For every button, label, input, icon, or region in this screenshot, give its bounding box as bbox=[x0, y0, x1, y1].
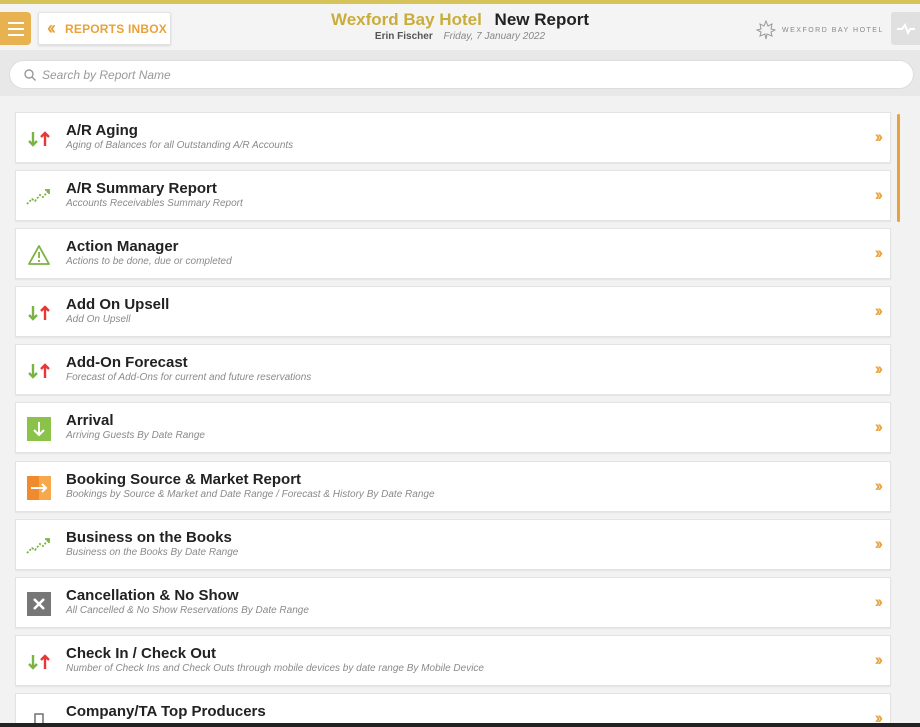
up-down-arrows-icon bbox=[26, 358, 52, 384]
report-description: Actions to be done, due or completed bbox=[66, 256, 232, 268]
double-chevron-right-icon[interactable]: ›› bbox=[875, 476, 884, 496]
warning-triangle-icon bbox=[26, 242, 52, 268]
report-row[interactable]: A/R Aging Aging of Balances for all Outst… bbox=[15, 112, 891, 163]
double-chevron-right-icon[interactable]: ›› bbox=[875, 417, 884, 437]
report-name: Cancellation & No Show bbox=[66, 586, 239, 604]
booking-source-icon bbox=[26, 475, 52, 501]
logo-text: WEXFORD BAY HOTEL bbox=[782, 26, 884, 34]
hotel-name: Wexford Bay Hotel bbox=[330, 10, 482, 29]
report-row[interactable]: Arrival Arriving Guests By Date Range ›› bbox=[15, 402, 891, 454]
bottom-edge bbox=[0, 723, 920, 727]
search-bar[interactable] bbox=[9, 60, 914, 89]
report-row[interactable]: Booking Source & Market Report Bookings b… bbox=[15, 460, 891, 512]
search-input[interactable] bbox=[42, 67, 882, 82]
report-description: Number of Check Ins and Check Outs throu… bbox=[66, 662, 484, 674]
up-down-arrows-icon bbox=[26, 126, 52, 152]
double-chevron-right-icon[interactable]: ›› bbox=[875, 592, 884, 612]
report-name: Company/TA Top Producers bbox=[66, 702, 266, 720]
report-row[interactable]: Add On Upsell Add On Upsell ›› bbox=[15, 286, 891, 338]
double-chevron-right-icon[interactable]: ›› bbox=[875, 301, 884, 321]
trend-line-icon bbox=[26, 533, 52, 559]
report-row[interactable]: Business on the Books Business on the Boo… bbox=[15, 518, 891, 570]
report-row[interactable]: Add-On Forecast Forecast of Add-Ons for c… bbox=[15, 344, 891, 396]
report-row[interactable]: A/R Summary Report Accounts Receivables S… bbox=[15, 170, 891, 222]
report-description: Business on the Books By Date Range bbox=[66, 546, 239, 558]
report-row[interactable]: Cancellation & No Show All Cancelled & No… bbox=[15, 576, 891, 628]
report-name: A/R Aging bbox=[66, 122, 138, 139]
double-chevron-right-icon[interactable]: ›› bbox=[875, 534, 884, 554]
user-name: Erin Fischer bbox=[374, 31, 433, 42]
report-name: Arrival bbox=[66, 412, 114, 430]
double-chevron-right-icon[interactable]: ›› bbox=[875, 127, 884, 147]
report-row[interactable]: Company/TA Top Producers ›› bbox=[15, 692, 891, 727]
report-row[interactable]: Action Manager Actions to be done, due or… bbox=[15, 228, 891, 280]
activity-button[interactable] bbox=[891, 12, 920, 45]
report-name: A/R Summary Report bbox=[66, 180, 217, 198]
report-name: Add On Upsell bbox=[66, 296, 170, 314]
report-list: A/R Aging Aging of Balances for all Outst… bbox=[15, 112, 891, 727]
trend-line-icon bbox=[26, 184, 52, 210]
cancel-x-icon bbox=[26, 591, 52, 617]
double-chevron-right-icon[interactable]: ›› bbox=[875, 359, 884, 379]
double-chevron-right-icon[interactable]: ›› bbox=[875, 185, 884, 205]
report-description: Bookings by Source & Market and Date Ran… bbox=[66, 488, 435, 500]
page-title: New Report bbox=[494, 10, 590, 29]
report-name: Action Manager bbox=[66, 238, 179, 256]
double-chevron-right-icon[interactable]: ›› bbox=[875, 650, 884, 670]
up-down-arrows-icon bbox=[26, 300, 52, 326]
maple-leaf-logo-icon bbox=[756, 20, 776, 40]
header-bar: ‹‹ REPORTS INBOX Wexford Bay Hotel New R… bbox=[0, 4, 920, 50]
report-name: Business on the Books bbox=[66, 528, 232, 546]
report-name: Booking Source & Market Report bbox=[66, 470, 302, 488]
report-description: Accounts Receivables Summary Report bbox=[66, 198, 243, 210]
report-description: All Cancelled & No Show Reservations By … bbox=[66, 604, 309, 616]
scrollbar[interactable] bbox=[897, 114, 900, 222]
report-name: Add-On Forecast bbox=[66, 354, 188, 372]
double-chevron-right-icon[interactable]: ›› bbox=[875, 243, 884, 263]
current-date: Friday, 7 January 2022 bbox=[443, 31, 546, 42]
report-row[interactable]: Check In / Check Out Number of Check Ins … bbox=[15, 634, 891, 686]
up-down-arrows-icon bbox=[26, 649, 52, 675]
report-description: Add On Upsell bbox=[66, 314, 131, 326]
report-description: Arriving Guests By Date Range bbox=[66, 430, 205, 442]
search-icon bbox=[24, 68, 36, 81]
report-name: Check In / Check Out bbox=[66, 644, 217, 662]
pulse-icon bbox=[896, 22, 915, 35]
report-description: Forecast of Add-Ons for current and futu… bbox=[66, 372, 312, 384]
hotel-logo: WEXFORD BAY HOTEL bbox=[756, 20, 884, 40]
report-description: Aging of Balances for all Outstanding A/… bbox=[66, 140, 294, 151]
arrival-icon bbox=[26, 416, 52, 442]
